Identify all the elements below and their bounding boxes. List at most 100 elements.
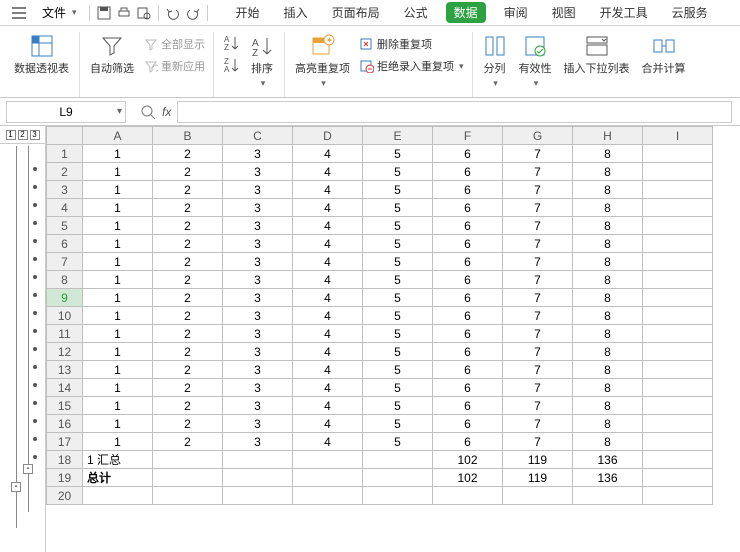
cell[interactable]: 5	[363, 145, 433, 163]
row-header-15[interactable]: 15	[47, 397, 83, 415]
cell[interactable]: 1	[83, 145, 153, 163]
cell[interactable]: 7	[503, 181, 573, 199]
cell[interactable]: 6	[433, 397, 503, 415]
menu-hamburger[interactable]	[6, 5, 32, 21]
col-header-F[interactable]: F	[433, 127, 503, 145]
cell[interactable]	[363, 487, 433, 505]
row-header-16[interactable]: 16	[47, 415, 83, 433]
sort-button[interactable]: AZ 排序	[248, 32, 276, 91]
cell[interactable]: 102	[433, 469, 503, 487]
spreadsheet-grid[interactable]: ABCDEFGHI1123456782123456783123456784123…	[46, 126, 740, 552]
cell[interactable]: 2	[153, 163, 223, 181]
cell[interactable]: 3	[223, 343, 293, 361]
col-header-G[interactable]: G	[503, 127, 573, 145]
row-header-20[interactable]: 20	[47, 487, 83, 505]
cell[interactable]	[223, 451, 293, 469]
cell[interactable]: 3	[223, 199, 293, 217]
cell[interactable]: 5	[363, 325, 433, 343]
row-header-4[interactable]: 4	[47, 199, 83, 217]
cell[interactable]: 1	[83, 235, 153, 253]
cell[interactable]: 1	[83, 307, 153, 325]
cell[interactable]	[363, 451, 433, 469]
cell[interactable]: 8	[573, 253, 643, 271]
cell[interactable]: 7	[503, 217, 573, 235]
cell[interactable]: 5	[363, 415, 433, 433]
col-header-B[interactable]: B	[153, 127, 223, 145]
cell[interactable]: 8	[573, 199, 643, 217]
cell[interactable]	[153, 469, 223, 487]
cell[interactable]	[223, 487, 293, 505]
outline-collapse-icon[interactable]: -	[11, 482, 21, 492]
cell[interactable]: 5	[363, 199, 433, 217]
cell[interactable]	[643, 433, 713, 451]
cell[interactable]	[643, 163, 713, 181]
cell[interactable]: 8	[573, 343, 643, 361]
cell[interactable]: 8	[573, 181, 643, 199]
cell[interactable]: 2	[153, 397, 223, 415]
row-header-13[interactable]: 13	[47, 361, 83, 379]
cell[interactable]: 4	[293, 397, 363, 415]
cell[interactable]: 119	[503, 451, 573, 469]
cell[interactable]: 2	[153, 325, 223, 343]
qat-print-icon[interactable]	[116, 5, 132, 21]
cell[interactable]	[643, 181, 713, 199]
cell[interactable]: 6	[433, 361, 503, 379]
remove-duplicates-button[interactable]: 删除重复项	[360, 36, 464, 52]
outline-level-2[interactable]: 2	[18, 130, 28, 140]
row-header-10[interactable]: 10	[47, 307, 83, 325]
cell[interactable]: 8	[573, 271, 643, 289]
cell[interactable]	[643, 379, 713, 397]
cell[interactable]: 1 汇总	[83, 451, 153, 469]
cell[interactable]: 3	[223, 253, 293, 271]
cell[interactable]: 3	[223, 145, 293, 163]
cell[interactable]: 5	[363, 235, 433, 253]
row-header-18[interactable]: 18	[47, 451, 83, 469]
cell[interactable]	[643, 253, 713, 271]
cell[interactable]: 8	[573, 397, 643, 415]
cell[interactable]	[363, 469, 433, 487]
cell[interactable]: 4	[293, 217, 363, 235]
row-header-14[interactable]: 14	[47, 379, 83, 397]
cell[interactable]: 8	[573, 415, 643, 433]
show-all-button[interactable]: 全部显示	[144, 36, 205, 52]
cell[interactable]: 7	[503, 361, 573, 379]
cell[interactable]: 2	[153, 289, 223, 307]
cell[interactable]: 8	[573, 307, 643, 325]
cell[interactable]: 2	[153, 217, 223, 235]
cell[interactable]	[153, 487, 223, 505]
cell[interactable]	[83, 487, 153, 505]
cell[interactable]	[643, 451, 713, 469]
cell[interactable]: 3	[223, 181, 293, 199]
tab-开始[interactable]: 开始	[230, 2, 266, 23]
reject-duplicates-button[interactable]: 拒绝录入重复项	[360, 58, 464, 74]
cell[interactable]: 6	[433, 253, 503, 271]
reapply-button[interactable]: 重新应用	[144, 58, 205, 74]
cell[interactable]: 5	[363, 253, 433, 271]
cell[interactable]: 1	[83, 415, 153, 433]
row-header-7[interactable]: 7	[47, 253, 83, 271]
cell[interactable]: 8	[573, 217, 643, 235]
cell[interactable]: 1	[83, 271, 153, 289]
cell[interactable]: 5	[363, 271, 433, 289]
cell[interactable]: 3	[223, 361, 293, 379]
cell[interactable]	[223, 469, 293, 487]
tab-视图[interactable]: 视图	[546, 2, 582, 23]
cell[interactable]: 6	[433, 271, 503, 289]
cell[interactable]	[643, 289, 713, 307]
cell[interactable]: 1	[83, 361, 153, 379]
cell[interactable]: 8	[573, 145, 643, 163]
cell[interactable]: 1	[83, 343, 153, 361]
cell[interactable]: 7	[503, 199, 573, 217]
qat-undo-icon[interactable]	[165, 5, 181, 21]
tab-审阅[interactable]: 审阅	[498, 2, 534, 23]
cell[interactable]	[643, 397, 713, 415]
highlight-duplicates-button[interactable]: ✦ 高亮重复项	[293, 32, 352, 91]
cell[interactable]: 4	[293, 361, 363, 379]
cell[interactable]: 3	[223, 307, 293, 325]
cell[interactable]	[643, 271, 713, 289]
cell[interactable]: 5	[363, 379, 433, 397]
row-header-11[interactable]: 11	[47, 325, 83, 343]
tab-页面布局[interactable]: 页面布局	[326, 2, 386, 23]
text-to-columns-button[interactable]: 分列	[481, 32, 509, 91]
cell[interactable]: 7	[503, 343, 573, 361]
